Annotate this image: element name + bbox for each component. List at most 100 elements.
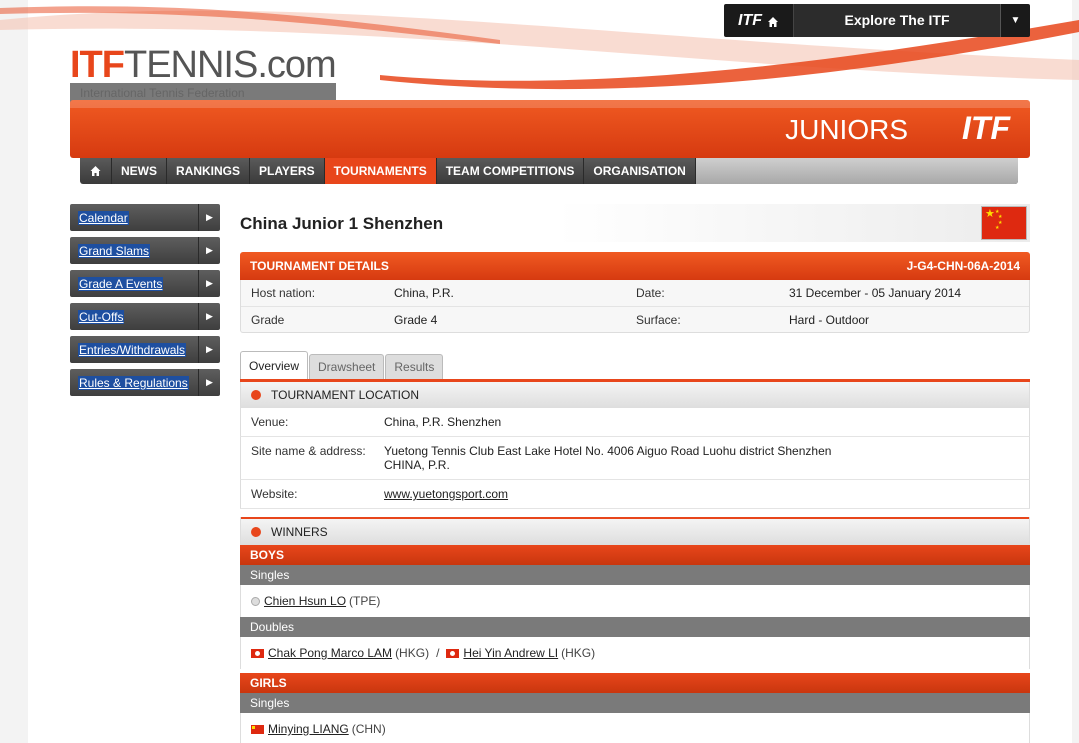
website-label: Website: bbox=[251, 487, 298, 501]
banner-juniors-text: JUNIORS bbox=[785, 114, 908, 145]
page-title: China Junior 1 Shenzhen bbox=[240, 214, 444, 233]
tpe-flag-icon bbox=[251, 596, 260, 606]
nav-item-team-competitions[interactable]: TEAM COMPETITIONS bbox=[437, 158, 585, 184]
surface-label: Surface: bbox=[636, 312, 681, 327]
sidebar-link-rules[interactable]: Rules & Regulations bbox=[78, 375, 189, 390]
chevron-right-icon: ▶ bbox=[198, 270, 220, 297]
itf-tennis-logo[interactable]: ITFTENNIS.com International Tennis Feder… bbox=[70, 44, 337, 103]
player-nation: (HKG) bbox=[561, 646, 596, 660]
venue-value: China, P.R. Shenzhen bbox=[384, 415, 502, 429]
details-label: TOURNAMENT DETAILS bbox=[250, 259, 389, 273]
home-icon bbox=[767, 15, 779, 27]
chevron-right-icon: ▶ bbox=[198, 204, 220, 231]
location-row: Venue: China, P.R. Shenzhen bbox=[240, 408, 1030, 437]
boys-category: BOYS bbox=[240, 545, 1030, 565]
chevron-right-icon: ▶ bbox=[198, 303, 220, 330]
tournament-code: J-G4-CHN-06A-2014 bbox=[906, 259, 1020, 273]
website-value: www.yuetongsport.com bbox=[384, 480, 1029, 508]
location-heading: TOURNAMENT LOCATION bbox=[271, 388, 420, 402]
bullet-icon bbox=[251, 527, 261, 537]
nav-item-tournaments[interactable]: TOURNAMENTS bbox=[324, 158, 437, 184]
hkg-flag-icon bbox=[251, 648, 264, 658]
itf-home-link[interactable]: ITF bbox=[724, 4, 794, 37]
sidebar-item-label: Cut-Offs bbox=[70, 309, 198, 324]
girls-singles-winner: Minying LIANG (CHN) bbox=[240, 713, 1030, 743]
sidebar-item-label: Grand Slams bbox=[70, 243, 198, 258]
sidebar: Calendar ▶ Grand Slams ▶ Grade A Events ▶ C… bbox=[70, 204, 220, 402]
sidebar-item-label: Grade A Events bbox=[70, 276, 198, 291]
chn-flag-icon bbox=[251, 724, 264, 734]
explore-itf-bar[interactable]: ITF Explore The ITF ▼ bbox=[724, 4, 1030, 37]
explore-label[interactable]: Explore The ITF bbox=[794, 4, 1000, 37]
hkg-flag-icon bbox=[446, 648, 460, 658]
tab-drawsheet[interactable]: Drawsheet bbox=[309, 354, 385, 379]
chevron-right-icon: ▶ bbox=[198, 237, 220, 264]
bullet-icon bbox=[251, 390, 261, 400]
location-row: Website: www.yuetongsport.com bbox=[240, 480, 1030, 509]
host-value: China, P.R. bbox=[394, 286, 454, 300]
nav-item-rankings[interactable]: RANKINGS bbox=[167, 158, 251, 184]
boys-singles-winner: Chien Hsun LO (TPE) bbox=[240, 585, 1030, 617]
sidebar-link-entries[interactable]: Entries/Withdrawals bbox=[78, 342, 187, 357]
nav-filler bbox=[695, 158, 1018, 184]
sidebar-link-cut-offs[interactable]: Cut-Offs bbox=[78, 309, 125, 324]
boys-singles-label: Singles bbox=[240, 565, 1030, 585]
date-value: 31 December - 05 January 2014 bbox=[789, 286, 962, 300]
tab-results[interactable]: Results bbox=[385, 354, 444, 379]
sidebar-link-grand-slams[interactable]: Grand Slams bbox=[78, 243, 151, 258]
tournament-tabs: Overview Drawsheet Results bbox=[240, 351, 1030, 382]
sidebar-item-label: Calendar bbox=[70, 210, 198, 225]
logo-tennis: TENNIS.com bbox=[123, 44, 337, 86]
host-label: Host nation: bbox=[251, 286, 316, 300]
tournament-details-header: TOURNAMENT DETAILS J-G4-CHN-06A-2014 bbox=[240, 252, 1030, 280]
player-link[interactable]: Chak Pong Marco LAM bbox=[268, 646, 392, 660]
venue-label: Venue: bbox=[251, 415, 289, 429]
sidebar-item-cut-offs[interactable]: Cut-Offs ▶ bbox=[70, 303, 220, 330]
nav-item-organisation[interactable]: ORGANISATION bbox=[584, 158, 696, 184]
nav-home-button[interactable] bbox=[80, 158, 112, 184]
girls-singles-label: Singles bbox=[240, 693, 1030, 713]
chevron-right-icon: ▶ bbox=[198, 369, 220, 396]
grade-label: Grade bbox=[251, 312, 285, 327]
boys-doubles-winner: Chak Pong Marco LAM (HKG) / Hei Yin Andr… bbox=[240, 637, 1030, 669]
player-nation: (TPE) bbox=[349, 594, 381, 608]
location-row: Site name & address: Yuetong Tennis Club… bbox=[240, 437, 1030, 480]
player-link[interactable]: Hei Yin Andrew LI bbox=[463, 646, 558, 660]
itf-home-label: ITF bbox=[738, 11, 762, 29]
sidebar-item-rules[interactable]: Rules & Regulations ▶ bbox=[70, 369, 220, 396]
logo-itf: ITF bbox=[70, 44, 125, 86]
logo-wordmark: ITFTENNIS.com bbox=[70, 44, 337, 86]
sidebar-item-grand-slams[interactable]: Grand Slams ▶ bbox=[70, 237, 220, 264]
site-value: Yuetong Tennis Club East Lake Hotel No. … bbox=[384, 437, 1029, 479]
page: ITF Explore The ITF ▼ ITFTENNIS.com Inte… bbox=[0, 0, 1079, 743]
sidebar-item-label: Rules & Regulations bbox=[70, 375, 198, 390]
girls-category: GIRLS bbox=[240, 673, 1030, 693]
player-link[interactable]: Minying LIANG bbox=[268, 722, 349, 736]
details-row: Host nation: China, P.R. Date: 31 Decemb… bbox=[241, 280, 1029, 306]
player-link[interactable]: Chien Hsun LO bbox=[264, 594, 346, 608]
website-link[interactable]: www.yuetongsport.com bbox=[384, 487, 508, 501]
banner-itf-logo: ITF bbox=[962, 110, 1010, 146]
surface-value: Hard - Outdoor bbox=[789, 312, 870, 327]
sidebar-link-calendar[interactable]: Calendar bbox=[78, 210, 129, 225]
juniors-banner: JUNIORS ITF bbox=[70, 100, 1030, 158]
title-bar: China Junior 1 Shenzhen ★ ★ ★ ★ ★ bbox=[240, 204, 1030, 242]
chevron-down-icon[interactable]: ▼ bbox=[1000, 4, 1030, 37]
location-section-header: TOURNAMENT LOCATION bbox=[240, 382, 1030, 408]
tournament-details-table: Host nation: China, P.R. Date: 31 Decemb… bbox=[240, 280, 1030, 333]
player-nation: (CHN) bbox=[351, 722, 386, 736]
tab-overview[interactable]: Overview bbox=[240, 351, 309, 379]
sidebar-item-entries[interactable]: Entries/Withdrawals ▶ bbox=[70, 336, 220, 363]
nav-item-players[interactable]: PLAYERS bbox=[250, 158, 325, 184]
sidebar-link-grade-a[interactable]: Grade A Events bbox=[78, 276, 164, 291]
main-content: China Junior 1 Shenzhen ★ ★ ★ ★ ★ TOURNA… bbox=[240, 204, 1030, 743]
sidebar-item-calendar[interactable]: Calendar ▶ bbox=[70, 204, 220, 231]
winners-heading: WINNERS bbox=[271, 525, 328, 539]
nav-item-news[interactable]: NEWS bbox=[112, 158, 167, 184]
boys-doubles-label: Doubles bbox=[240, 617, 1030, 637]
sidebar-item-label: Entries/Withdrawals bbox=[70, 342, 198, 357]
main-nav: NEWS RANKINGS PLAYERS TOURNAMENTS TEAM C… bbox=[80, 158, 1018, 184]
home-icon bbox=[90, 166, 101, 176]
sidebar-item-grade-a[interactable]: Grade A Events ▶ bbox=[70, 270, 220, 297]
pair-separator: / bbox=[436, 646, 440, 660]
